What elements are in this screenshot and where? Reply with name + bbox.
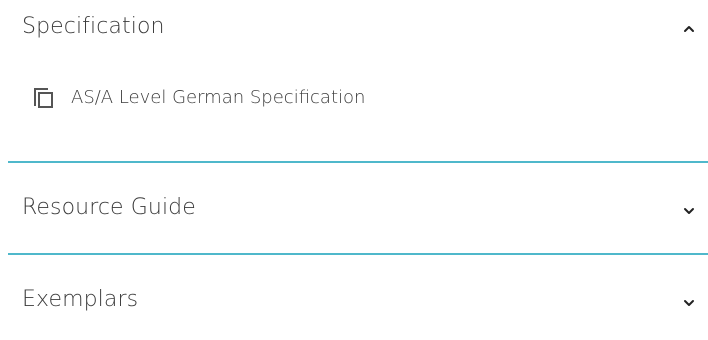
document-link-label: AS/A Level German Specification (71, 86, 366, 108)
accordion-header-exemplars[interactable]: Exemplars (0, 255, 708, 340)
specification-document-link[interactable]: AS/A Level German Specification (32, 84, 365, 110)
chevron-up-icon[interactable] (682, 22, 696, 36)
accordion: Specification AS/A Level German Specific… (0, 0, 708, 312)
accordion-header-resource-guide[interactable]: Resource Guide (0, 163, 708, 253)
section-title: Specification (22, 14, 165, 39)
chevron-down-icon[interactable] (682, 296, 696, 310)
accordion-section-specification: Specification AS/A Level German Specific… (0, 0, 708, 108)
section-title: Exemplars (22, 287, 139, 312)
section-title: Resource Guide (22, 195, 196, 220)
chevron-down-icon[interactable] (682, 204, 696, 218)
copy-document-icon (32, 86, 54, 108)
accordion-header-specification[interactable]: Specification (0, 0, 708, 60)
